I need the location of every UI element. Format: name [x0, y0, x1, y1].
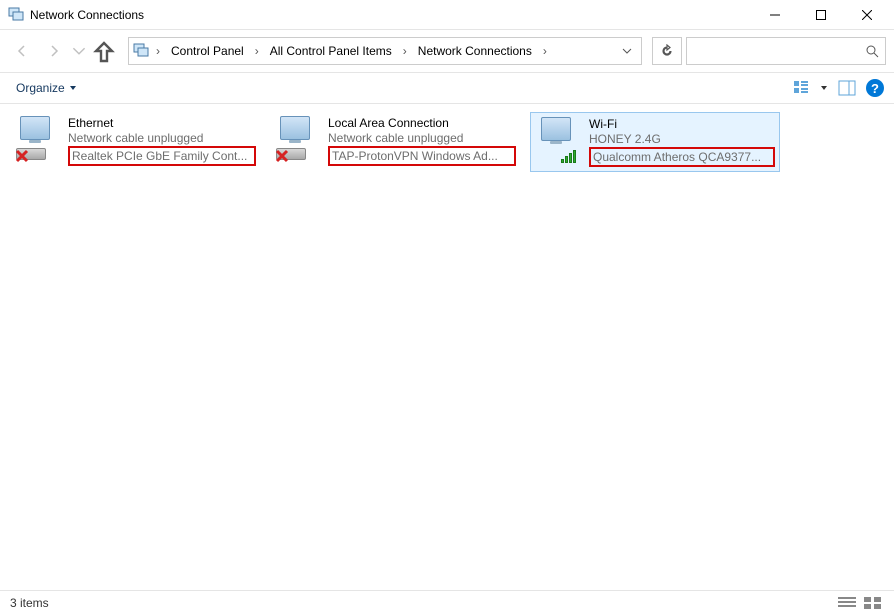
chevron-right-icon: › — [400, 44, 410, 58]
address-bar[interactable]: › Control Panel › All Control Panel Item… — [128, 37, 642, 65]
window-title: Network Connections — [30, 8, 144, 22]
chevron-right-icon: › — [540, 44, 550, 58]
address-dropdown[interactable] — [617, 38, 637, 64]
status-bar: 3 items — [0, 590, 894, 614]
content-area: Ethernet Network cable unplugged Realtek… — [0, 104, 894, 590]
refresh-button[interactable] — [652, 37, 682, 65]
preview-pane-button[interactable] — [838, 79, 856, 97]
item-count: 3 items — [10, 596, 49, 610]
adapter-highlight: Qualcomm Atheros QCA9377... — [589, 147, 775, 167]
signal-strength-icon — [561, 150, 576, 163]
connection-status: HONEY 2.4G — [589, 132, 775, 146]
forward-button[interactable] — [40, 37, 68, 65]
disconnected-icon — [274, 148, 290, 164]
recent-dropdown[interactable] — [72, 37, 86, 65]
close-button[interactable] — [844, 0, 890, 30]
connection-name: Local Area Connection — [328, 116, 516, 130]
up-button[interactable] — [90, 37, 118, 65]
connection-status: Network cable unplugged — [328, 131, 516, 145]
toolbar: Organize ? — [0, 72, 894, 104]
maximize-button[interactable] — [798, 0, 844, 30]
back-button[interactable] — [8, 37, 36, 65]
minimize-button[interactable] — [752, 0, 798, 30]
view-options-button[interactable] — [792, 79, 810, 97]
app-icon — [8, 7, 24, 23]
adapter-highlight: TAP-ProtonVPN Windows Ad... — [328, 146, 516, 166]
search-input[interactable] — [693, 44, 865, 58]
network-adapter-icon — [535, 117, 583, 165]
network-adapter-icon — [274, 116, 322, 164]
breadcrumb-all-items[interactable]: All Control Panel Items — [266, 42, 396, 60]
connection-name: Ethernet — [68, 116, 256, 130]
network-adapter-icon — [14, 116, 62, 164]
chevron-down-icon[interactable] — [820, 84, 828, 92]
navigation-bar: › Control Panel › All Control Panel Item… — [0, 30, 894, 72]
organize-label: Organize — [16, 81, 65, 95]
organize-button[interactable]: Organize — [10, 79, 83, 97]
connection-adapter: Qualcomm Atheros QCA9377... — [593, 150, 761, 164]
breadcrumb-control-panel[interactable]: Control Panel — [167, 42, 248, 60]
title-bar: Network Connections — [0, 0, 894, 30]
search-box[interactable] — [686, 37, 886, 65]
breadcrumb-network-connections[interactable]: Network Connections — [414, 42, 536, 60]
help-button[interactable]: ? — [866, 79, 884, 97]
connection-name: Wi-Fi — [589, 117, 775, 131]
connection-item-lan[interactable]: Local Area Connection Network cable unpl… — [270, 112, 520, 170]
details-view-button[interactable] — [836, 595, 858, 611]
connection-item-ethernet[interactable]: Ethernet Network cable unplugged Realtek… — [10, 112, 260, 170]
chevron-down-icon — [69, 84, 77, 92]
connection-status: Network cable unplugged — [68, 131, 256, 145]
large-icons-view-button[interactable] — [862, 595, 884, 611]
chevron-right-icon: › — [153, 44, 163, 58]
connection-adapter: TAP-ProtonVPN Windows Ad... — [332, 149, 498, 163]
search-icon — [865, 44, 879, 58]
disconnected-icon — [14, 148, 30, 164]
adapter-highlight: Realtek PCIe GbE Family Cont... — [68, 146, 256, 166]
connection-adapter: Realtek PCIe GbE Family Cont... — [72, 149, 247, 163]
location-icon — [133, 43, 149, 59]
chevron-right-icon: › — [252, 44, 262, 58]
connection-item-wifi[interactable]: Wi-Fi HONEY 2.4G Qualcomm Atheros QCA937… — [530, 112, 780, 172]
